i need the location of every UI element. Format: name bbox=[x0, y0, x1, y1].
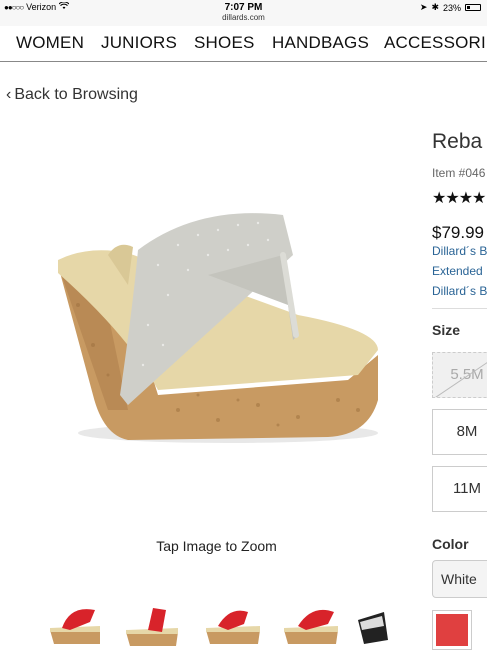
thumbnail-4[interactable] bbox=[276, 600, 346, 650]
color-select[interactable]: White bbox=[432, 560, 487, 598]
battery-percent: 23% bbox=[442, 2, 461, 13]
size-label: Size bbox=[432, 322, 461, 338]
status-bar: ●●○○○ Verizon 7:07 PM dillards.com ➤ ✱ 2… bbox=[0, 0, 487, 26]
rating-stars[interactable]: ★★★★ bbox=[432, 188, 486, 208]
battery-icon bbox=[465, 4, 481, 11]
status-right: ➤ ✱ 23% bbox=[420, 2, 481, 13]
nav-item-shoes[interactable]: SHOES bbox=[194, 33, 255, 53]
clock: 7:07 PM bbox=[224, 2, 263, 13]
size-option-8m[interactable]: 8M bbox=[432, 409, 487, 455]
size-option-5-5m[interactable]: 5.5M bbox=[432, 352, 487, 398]
thumbnail-1[interactable] bbox=[40, 600, 110, 650]
product-name: Reba bbox=[432, 130, 483, 153]
tap-to-zoom-hint: Tap Image to Zoom bbox=[156, 538, 277, 554]
nav-item-accessories[interactable]: ACCESSORIES bbox=[384, 33, 487, 53]
bluetooth-icon: ✱ bbox=[431, 2, 439, 12]
url-display[interactable]: dillards.com bbox=[0, 13, 487, 22]
size-option-label: 8M bbox=[456, 423, 478, 440]
promo-link-1[interactable]: Dillard´s B bbox=[432, 244, 487, 258]
product-image[interactable] bbox=[48, 195, 388, 455]
nav-item-juniors[interactable]: JUNIORS bbox=[101, 33, 177, 53]
chevron-left-icon: ‹ bbox=[6, 86, 12, 103]
promo-link-3[interactable]: Dillard´s B bbox=[432, 284, 487, 298]
thumbnail-3[interactable] bbox=[198, 600, 268, 650]
swatch-fill bbox=[436, 614, 468, 646]
back-to-browsing-link[interactable]: ‹ Back to Browsing bbox=[6, 86, 138, 104]
promo-link-2[interactable]: Extended bbox=[432, 264, 483, 278]
size-option-11m[interactable]: 11M bbox=[432, 466, 487, 512]
thumbnail-2[interactable] bbox=[118, 600, 188, 650]
color-label: Color bbox=[432, 536, 469, 552]
thumbnail-5[interactable] bbox=[354, 600, 390, 650]
color-selected-value: White bbox=[441, 571, 477, 587]
thumbnail-strip bbox=[40, 600, 390, 650]
nav-item-women[interactable]: WOMEN bbox=[16, 33, 84, 53]
divider bbox=[432, 308, 487, 309]
product-price: $79.99 bbox=[432, 223, 484, 242]
item-number: Item #046 bbox=[432, 166, 486, 180]
category-nav: WOMEN JUNIORS SHOES HANDBAGS ACCESSORIES bbox=[0, 26, 487, 62]
location-icon: ➤ bbox=[419, 2, 428, 12]
product-details: Reba Item #046 ★★★★ $79.99 Dillard´s B E… bbox=[432, 120, 487, 650]
color-swatch-red[interactable] bbox=[432, 610, 472, 650]
size-option-label: 11M bbox=[452, 480, 482, 497]
nav-item-handbags[interactable]: HANDBAGS bbox=[272, 33, 369, 53]
back-link-label: Back to Browsing bbox=[14, 86, 138, 103]
